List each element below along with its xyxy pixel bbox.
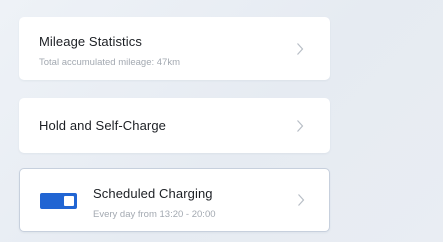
scheduled-charging-subtitle: Every day from 13:20 - 20:00 <box>93 209 216 220</box>
chevron-right-icon <box>297 193 305 207</box>
mileage-statistics-title: Mileage Statistics <box>39 34 142 49</box>
scheduled-charging-item[interactable]: Scheduled Charging Every day from 13:20 … <box>19 168 330 232</box>
chevron-right-icon <box>296 42 304 56</box>
hold-and-self-charge-item[interactable]: Hold and Self-Charge <box>19 98 330 153</box>
scheduled-charging-toggle[interactable] <box>40 193 77 209</box>
chevron-right-icon <box>296 119 304 133</box>
hold-and-self-charge-title: Hold and Self-Charge <box>39 118 167 133</box>
mileage-statistics-item[interactable]: Mileage Statistics Total accumulated mil… <box>19 17 330 80</box>
mileage-statistics-subtitle: Total accumulated mileage: 47km <box>39 57 180 68</box>
scheduled-charging-title: Scheduled Charging <box>93 186 213 201</box>
toggle-knob <box>64 196 74 206</box>
